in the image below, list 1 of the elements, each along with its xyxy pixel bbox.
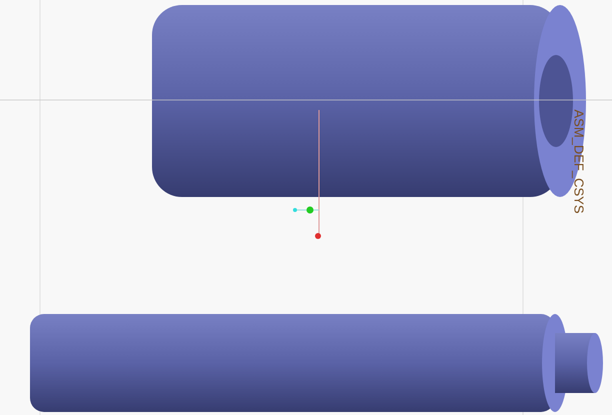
csys-label: ASM_DEF_CSYS [572,109,586,214]
